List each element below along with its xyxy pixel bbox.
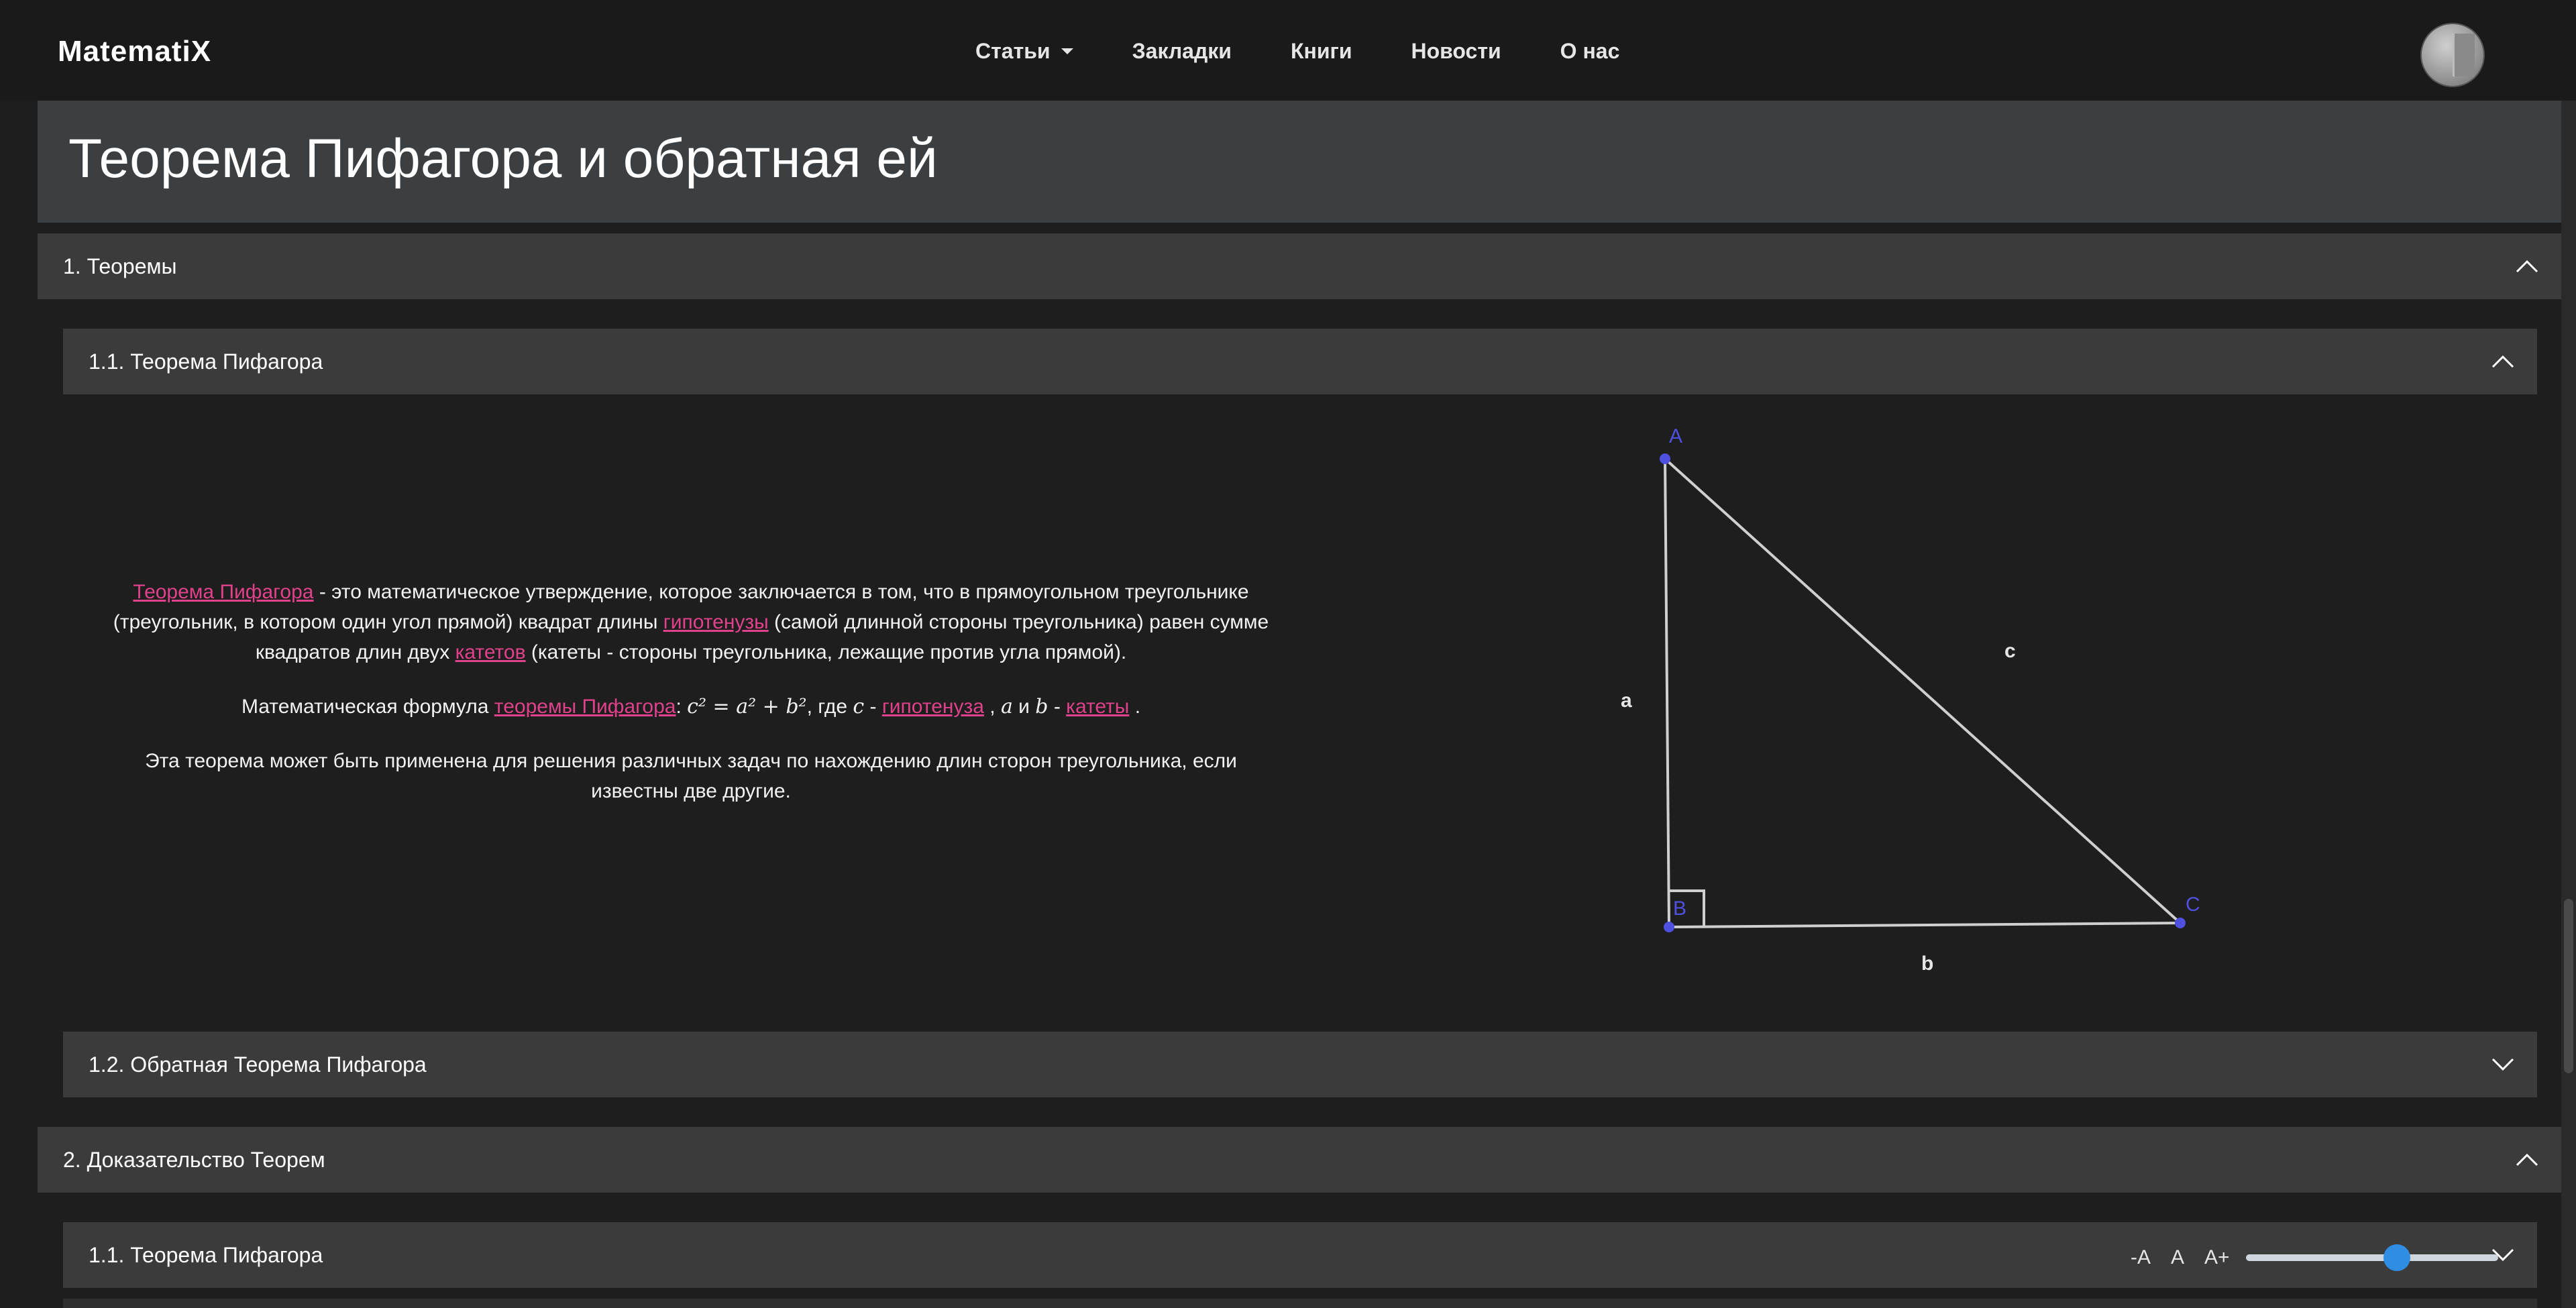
text: .: [1129, 696, 1141, 718]
nav-item-books[interactable]: Книги: [1291, 39, 1352, 64]
side-b-label: b: [1921, 952, 1933, 975]
nav-item-about[interactable]: О нас: [1560, 39, 1620, 64]
side-c-line: [1664, 457, 2182, 924]
link-hypotenuse[interactable]: гипотенузы: [663, 611, 769, 633]
accordion-label: 1.1. Теорема Пифагора: [89, 349, 323, 374]
text: Математическая формула: [241, 696, 494, 718]
nav-item-articles[interactable]: Статьи: [975, 39, 1073, 64]
font-increase-button[interactable]: A+: [2204, 1246, 2230, 1269]
next-section-edge: [63, 1299, 2537, 1308]
chevron-down-icon: [2491, 1058, 2514, 1081]
triangle-diagram: A B C a b c: [1621, 425, 2200, 975]
text: , где: [806, 696, 853, 718]
page-title-box: Теорема Пифагора и обратная ей: [38, 101, 2561, 223]
vertex-b-point: [1664, 922, 1674, 932]
link-hypotenuse[interactable]: гипотенуза: [882, 696, 984, 718]
brand-logo[interactable]: MatematiX: [58, 35, 211, 68]
accordion-label: 1. Теоремы: [63, 254, 177, 278]
vertex-b-label: B: [1673, 897, 1686, 920]
accordion-label: 1.1. Теорема Пифагора: [89, 1242, 323, 1267]
font-decrease-button[interactable]: -A: [2131, 1246, 2151, 1269]
font-reset-button[interactable]: A: [2171, 1246, 2184, 1269]
nav-item-news[interactable]: Новости: [1411, 39, 1501, 64]
accordion-section-proofs[interactable]: 2. Доказательство Теорем: [38, 1127, 2561, 1193]
accordion-label: 2. Доказательство Теорем: [63, 1147, 325, 1172]
chevron-up-icon: [2516, 260, 2538, 282]
vertex-a-label: A: [1669, 425, 1682, 447]
variable-c: c: [853, 695, 865, 718]
link-legs[interactable]: катеты: [1066, 696, 1129, 718]
scrollbar-thumb[interactable]: [2564, 899, 2573, 1073]
formula: c² = a² + b²: [687, 695, 807, 718]
text: (катеты - стороны треугольника, лежащие …: [525, 641, 1127, 663]
variable-a: a: [1000, 695, 1013, 718]
paragraph-definition: Теорема Пифагора - это математическое ут…: [101, 577, 1281, 667]
right-triangle-figure: A B C a b c: [1597, 416, 2241, 993]
nav-item-label: Статьи: [975, 39, 1051, 63]
theorem-description: Теорема Пифагора - это математическое ут…: [101, 577, 1281, 830]
link-legs[interactable]: катетов: [455, 641, 526, 663]
avatar-image: [2453, 34, 2475, 76]
chevron-down-icon: [1061, 48, 1073, 54]
page-title: Теорема Пифагора и обратная ей: [68, 128, 938, 189]
link-pythagorean-theorem-formula[interactable]: теоремы Пифагора: [494, 696, 676, 718]
accordion-section-theorems[interactable]: 1. Теоремы: [38, 233, 2561, 299]
vertex-a-point: [1660, 453, 1670, 464]
slider-handle[interactable]: [2383, 1244, 2411, 1271]
nav-item-label: Новости: [1411, 39, 1501, 63]
chevron-up-icon: [2516, 1153, 2538, 1176]
side-a-label: a: [1621, 690, 1632, 712]
accordion-section-converse[interactable]: 1.2. Обратная Теорема Пифагора: [63, 1032, 2537, 1097]
accordion-section-pythagoras[interactable]: 1.1. Теорема Пифагора: [63, 329, 2537, 394]
paragraph-application: Эта теорема может быть применена для реш…: [145, 750, 1237, 802]
side-b-line: [1668, 922, 2181, 928]
text: и: [1012, 696, 1036, 718]
link-pythagorean-theorem[interactable]: Теорема Пифагора: [133, 581, 313, 603]
accordion-label: 1.2. Обратная Теорема Пифагора: [89, 1052, 427, 1077]
side-c-label: c: [2004, 640, 2016, 662]
navbar: MatematiX Статьи Закладки Книги Новости …: [0, 0, 2576, 101]
paragraph-formula: Математическая формула теоремы Пифагора:…: [241, 695, 1141, 718]
nav-item-label: Книги: [1290, 39, 1352, 63]
nav-item-bookmarks[interactable]: Закладки: [1132, 39, 1232, 64]
vertex-c-label: C: [2186, 893, 2200, 916]
nav-item-label: О нас: [1560, 39, 1620, 63]
variable-b: b: [1035, 695, 1049, 718]
font-size-slider[interactable]: [2245, 1244, 2498, 1271]
text: -: [864, 696, 882, 718]
font-size-controls: -A A A+: [2131, 1244, 2498, 1271]
text: ,: [983, 696, 1001, 718]
nav-item-label: Закладки: [1132, 39, 1232, 63]
avatar[interactable]: [2420, 23, 2485, 87]
chevron-down-icon: [2491, 1248, 2514, 1271]
side-a-line: [1664, 458, 1670, 928]
page-scrollbar[interactable]: [2561, 101, 2576, 1308]
text: -: [1048, 696, 1067, 718]
vertex-c-point: [2175, 918, 2186, 928]
nav-menu: Статьи Закладки Книги Новости О нас: [975, 39, 1619, 64]
chevron-up-icon: [2491, 355, 2514, 378]
